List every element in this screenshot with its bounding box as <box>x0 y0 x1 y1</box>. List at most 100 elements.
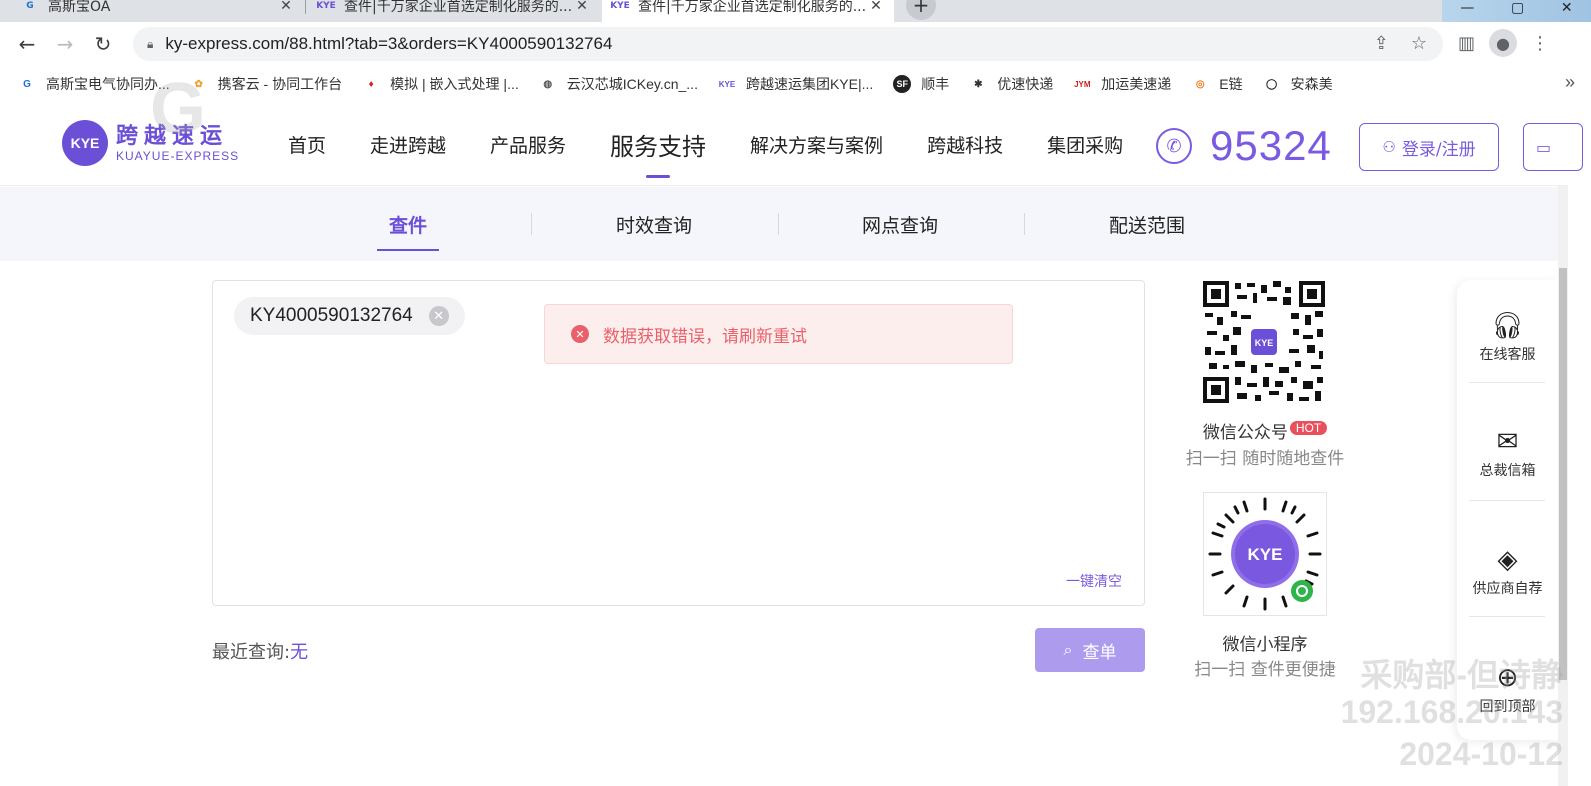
browser-tab-kye-active[interactable]: KYE 查件|千万家企业首选定制化服务的... ✕ <box>602 0 894 22</box>
bookmark-item[interactable]: SF 顺丰 <box>893 74 949 94</box>
sf-icon: SF <box>893 75 912 93</box>
nav-home[interactable]: 首页 <box>288 102 326 186</box>
svg-text:KYE: KYE <box>1248 545 1283 564</box>
close-icon[interactable]: ✕ <box>278 0 294 14</box>
desktop-client-button[interactable]: ▭ <box>1523 123 1583 171</box>
kye-icon: KYE <box>610 1 630 11</box>
supplier-recommend-button[interactable]: ◈ 供应商自荐 <box>1457 542 1558 598</box>
site-header: KYE 跨越速运 KUAYUE-EXPRESS 首页 走进跨越 产品服务 服务支… <box>0 102 1583 186</box>
bookmark-item[interactable]: ◎ E链 <box>1191 74 1243 94</box>
login-register-button[interactable]: ⚇ 登录/注册 <box>1359 123 1499 171</box>
tab-divider <box>305 0 306 14</box>
tab-track-order[interactable]: 查件 <box>377 187 439 261</box>
bookmark-item[interactable]: ✿ 携客云 - 协同工作台 <box>190 74 342 94</box>
reload-icon[interactable]: ↻ <box>88 29 118 59</box>
phone-icon: ✆ <box>1156 128 1192 164</box>
address-bar[interactable]: 🔒︎ ky-express.com/88.html?tab=3&orders=K… <box>133 27 1443 61</box>
bookmark-item[interactable]: ✱ 优速快递 <box>969 74 1053 94</box>
bookmark-label: 安森美 <box>1290 76 1333 92</box>
recent-label: 最近查询: <box>212 642 291 663</box>
browser-tab-title: 高斯宝OA <box>48 0 111 15</box>
online-support-button[interactable]: 🎧︎ 在线客服 <box>1457 308 1558 364</box>
close-icon[interactable]: ✕ <box>574 0 590 14</box>
more-bookmarks-chevron[interactable]: » <box>1565 72 1575 93</box>
browser-tab-oa[interactable]: G 高斯宝OA ✕ <box>12 0 304 22</box>
wechat-official-caption: 微信公众号 HOT <box>1165 418 1365 443</box>
ti-icon: ♦ <box>368 78 374 90</box>
nav-products[interactable]: 产品服务 <box>490 102 566 186</box>
online-support-label: 在线客服 <box>1479 347 1536 363</box>
back-to-top-button[interactable]: ⊕ 回到顶部 <box>1457 660 1558 716</box>
bookmark-item[interactable]: ◯ 安森美 <box>1263 74 1333 94</box>
bookmark-item[interactable]: G 高斯宝电气协同办... <box>18 74 170 94</box>
elian-icon: ◎ <box>1195 78 1205 90</box>
ceo-mailbox-button[interactable]: ✉ 总裁信箱 <box>1457 424 1558 480</box>
logo-chinese-name: 跨越速运 <box>116 123 229 149</box>
bookmark-label: E链 <box>1219 76 1243 92</box>
subtab-divider <box>531 213 532 235</box>
remove-order-icon[interactable]: ✕ <box>428 306 449 326</box>
bookmark-item[interactable]: ◍ 云汉芯城ICKey.cn_... <box>539 74 698 94</box>
bookmark-label: 优速快递 <box>997 76 1054 92</box>
main-nav: 首页 走进跨越 产品服务 服务支持 解决方案与案例 跨越科技 集团采购 <box>288 102 1167 186</box>
hotline: ✆ 95324 <box>1156 122 1332 170</box>
jiayunmei-icon: JYM <box>1074 79 1091 89</box>
side-divider <box>1469 616 1545 617</box>
monitor-icon: ▭ <box>1536 137 1552 157</box>
order-number-chip[interactable]: KY4000590132764 ✕ <box>234 297 465 335</box>
floating-toolbar: 🎧︎ 在线客服 ✉ 总裁信箱 ◈ 供应商自荐 ⊕ 回到顶部 <box>1457 280 1558 740</box>
bookmark-item[interactable]: ♦ 模拟 | 嵌入式处理 |... <box>362 74 519 94</box>
kye-logo[interactable]: KYE 跨越速运 KUAYUE-EXPRESS <box>62 120 239 166</box>
nav-procurement[interactable]: 集团采购 <box>1047 102 1123 186</box>
bookmark-label: 加运美速递 <box>1101 76 1172 92</box>
subtab-divider <box>778 213 779 235</box>
lock-icon[interactable]: 🔒︎ <box>147 37 153 52</box>
bookmark-star-icon[interactable]: ☆ <box>1411 33 1427 54</box>
tab-branch-lookup[interactable]: 网点查询 <box>840 187 960 261</box>
bookmarks-bar: G 高斯宝电气协同办... ✿ 携客云 - 协同工作台 ♦ 模拟 | 嵌入式处理 |.… <box>0 66 1591 102</box>
side-divider <box>1469 500 1545 501</box>
bookmark-label: 跨越速运集团KYE|... <box>745 76 874 92</box>
url-text[interactable]: ky-express.com/88.html?tab=3&orders=KY40… <box>165 34 612 54</box>
browser-tab-title: 查件|千万家企业首选定制化服务的... <box>344 0 573 15</box>
ceo-mailbox-label: 总裁信箱 <box>1479 463 1536 479</box>
page-scrollbar[interactable] <box>1558 186 1568 786</box>
new-tab-button[interactable]: + <box>906 0 936 20</box>
scrollbar-thumb[interactable] <box>1559 268 1567 680</box>
nav-about[interactable]: 走进跨越 <box>370 102 446 186</box>
tab-delivery-range[interactable]: 配送范围 <box>1087 187 1207 261</box>
minimize-icon[interactable]: — <box>1460 0 1474 16</box>
forward-arrow-icon[interactable]: → <box>50 29 80 59</box>
menu-kebab-icon[interactable]: ⋮ <box>1531 33 1549 54</box>
close-window-icon[interactable]: ✕ <box>1561 0 1573 16</box>
svg-text:KYE: KYE <box>1255 338 1274 348</box>
browser-toolbar: ← → ↻ 🔒︎ ky-express.com/88.html?tab=3&or… <box>0 22 1591 66</box>
close-icon[interactable]: ✕ <box>868 0 884 14</box>
error-toast: ✕ 数据获取错误，请刷新重试 <box>544 304 1013 364</box>
tab-delivery-time[interactable]: 时效查询 <box>594 187 714 261</box>
bookmark-label: 高斯宝电气协同办... <box>46 76 170 92</box>
error-message: 数据获取错误，请刷新重试 <box>603 326 807 347</box>
bookmark-item[interactable]: KYE 跨越速运集团KYE|... <box>718 74 874 94</box>
nav-technology[interactable]: 跨越科技 <box>927 102 1003 186</box>
nav-service-support[interactable]: 服务支持 <box>610 102 706 186</box>
wechat-official-qr: KYE <box>1201 279 1327 405</box>
service-subtabs: 查件 时效查询 网点查询 配送范围 <box>0 187 1558 261</box>
maximize-icon[interactable]: ▢ <box>1511 0 1524 16</box>
browser-tab-title: 查件|千万家企业首选定制化服务的... <box>638 0 867 15</box>
side-panel-icon[interactable]: ▥ <box>1458 33 1475 54</box>
login-register-label: 登录/注册 <box>1401 139 1476 160</box>
share-icon[interactable]: ⇪ <box>1374 33 1389 54</box>
search-order-button[interactable]: ⌕ 查单 <box>1035 628 1145 672</box>
back-arrow-icon[interactable]: ← <box>12 29 42 59</box>
watermark-date: 2024-10-12 <box>1399 736 1563 772</box>
clear-all-link[interactable]: 一键清空 <box>1066 571 1122 591</box>
bookmark-item[interactable]: JYM 加运美速递 <box>1073 74 1171 94</box>
onsemi-icon: ◯ <box>1266 78 1278 90</box>
hotline-number: 95324 <box>1210 122 1332 169</box>
browser-tab-kye-1[interactable]: KYE 查件|千万家企业首选定制化服务的... ✕ <box>308 0 600 22</box>
recent-queries: 最近查询:无 <box>212 638 308 664</box>
nav-solutions[interactable]: 解决方案与案例 <box>750 102 883 186</box>
profile-avatar-icon[interactable]: ● <box>1489 29 1518 57</box>
bookmark-label: 模拟 | 嵌入式处理 |... <box>390 76 519 92</box>
